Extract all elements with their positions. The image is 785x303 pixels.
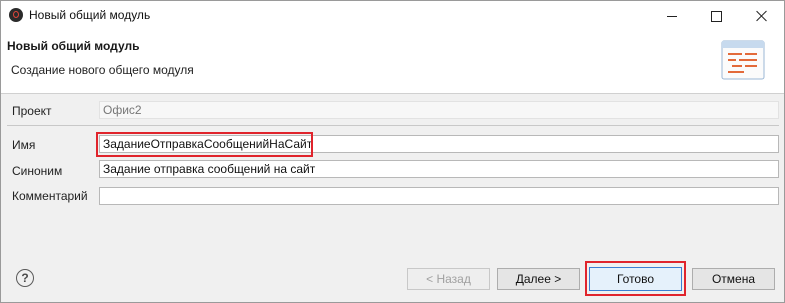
comment-label: Комментарий bbox=[12, 189, 88, 203]
common-module-icon bbox=[721, 40, 765, 80]
maximize-button[interactable] bbox=[694, 1, 739, 31]
minimize-icon bbox=[666, 15, 677, 17]
header-title: Новый общий модуль bbox=[7, 39, 140, 53]
close-button[interactable] bbox=[739, 1, 784, 31]
project-field: Офис2 bbox=[99, 101, 779, 119]
header-subtitle: Создание нового общего модуля bbox=[11, 63, 194, 77]
synonym-label: Синоним bbox=[12, 164, 63, 178]
name-label: Имя bbox=[12, 138, 36, 152]
minimize-button[interactable] bbox=[649, 1, 694, 31]
next-button[interactable]: Далее > bbox=[497, 268, 580, 290]
comment-input[interactable] bbox=[99, 187, 779, 205]
separator bbox=[7, 125, 779, 126]
synonym-input[interactable]: Задание отправка сообщений на сайт bbox=[99, 160, 779, 178]
module-form: Проект Офис2 Имя ЗаданиеОтправкаСообщени… bbox=[1, 94, 784, 254]
help-icon[interactable]: ? bbox=[16, 269, 34, 287]
wizard-header: Новый общий модуль Создание нового общег… bbox=[1, 31, 784, 94]
title-bar[interactable]: Новый общий модуль bbox=[1, 1, 784, 31]
close-icon bbox=[756, 10, 768, 22]
name-highlight-box bbox=[96, 132, 313, 157]
back-button[interactable]: < Назад bbox=[407, 268, 490, 290]
dialog-window: Новый общий модуль Новый общий модуль Со… bbox=[0, 0, 785, 303]
project-label: Проект bbox=[12, 104, 52, 118]
cancel-button[interactable]: Отмена bbox=[692, 268, 775, 290]
wizard-footer: ? < Назад Далее > Готово Отмена bbox=[1, 254, 784, 302]
app-icon bbox=[9, 8, 23, 22]
window-title: Новый общий модуль bbox=[29, 8, 151, 22]
maximize-icon bbox=[711, 10, 722, 22]
finish-highlight-box bbox=[585, 261, 686, 296]
